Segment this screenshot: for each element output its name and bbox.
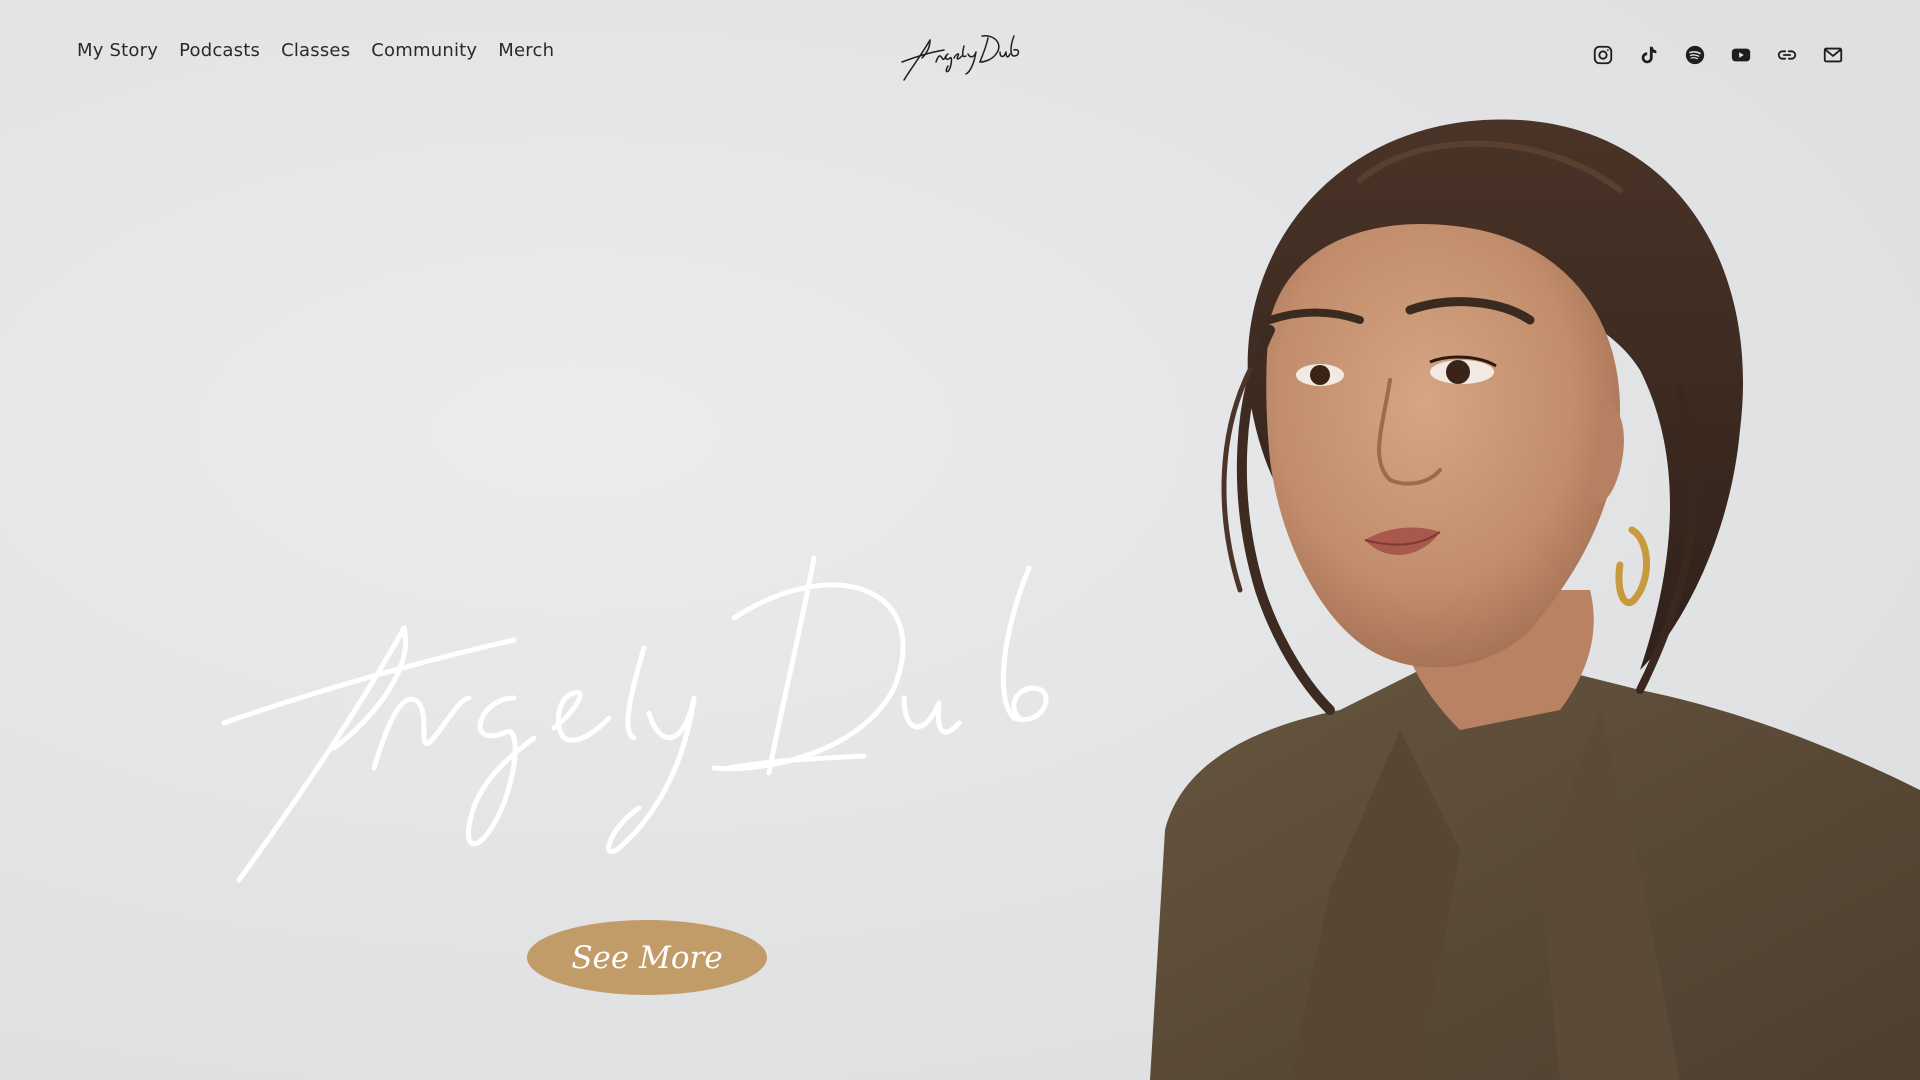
nav-item-my-story[interactable]: My Story [77, 40, 158, 61]
spotify-icon[interactable] [1684, 44, 1706, 66]
main-nav: My Story Podcasts Classes Community Merc… [77, 40, 554, 61]
link-icon[interactable] [1776, 44, 1798, 66]
nav-item-classes[interactable]: Classes [281, 40, 350, 61]
nav-item-community[interactable]: Community [371, 40, 477, 61]
social-links [1592, 44, 1844, 66]
mail-icon[interactable] [1822, 44, 1844, 66]
header-logo[interactable] [896, 24, 1030, 84]
hero-signature [221, 555, 1049, 883]
instagram-icon[interactable] [1592, 44, 1614, 66]
tiktok-icon[interactable] [1638, 44, 1660, 66]
portrait-photo [1150, 119, 1920, 1080]
nav-item-merch[interactable]: Merch [498, 40, 554, 61]
nav-item-podcasts[interactable]: Podcasts [179, 40, 260, 61]
see-more-button[interactable]: See More [527, 920, 767, 995]
youtube-icon[interactable] [1730, 44, 1752, 66]
